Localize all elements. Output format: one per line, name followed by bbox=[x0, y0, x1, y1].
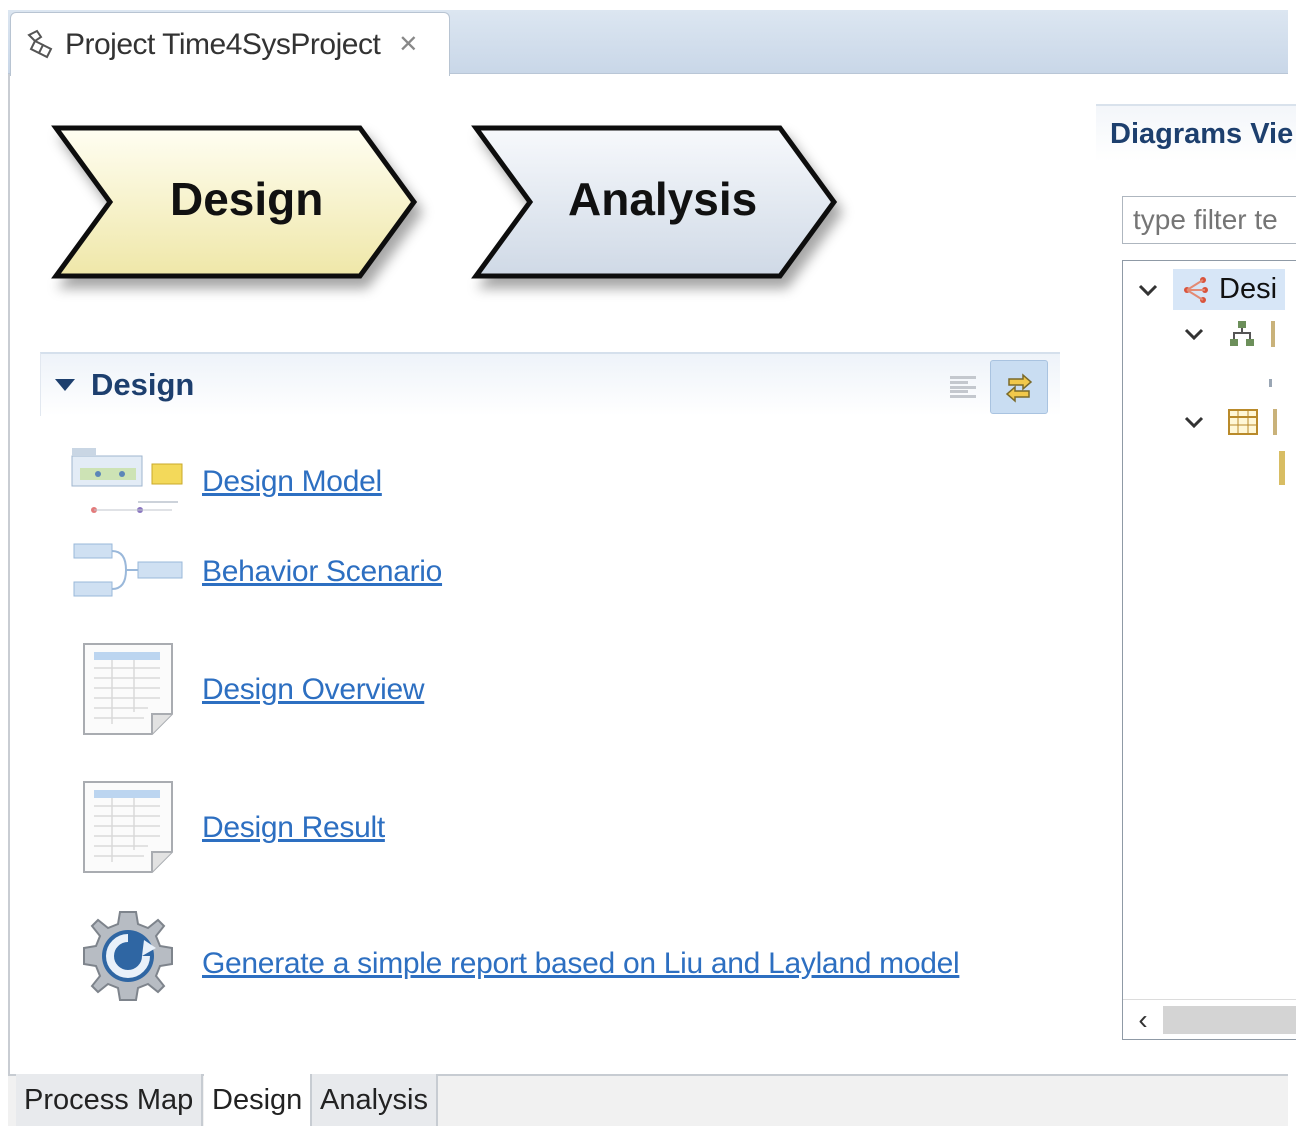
tab-process-map[interactable]: Process Map bbox=[16, 1074, 204, 1126]
tab-analysis-label: Analysis bbox=[320, 1083, 428, 1116]
tree-row bbox=[1269, 379, 1272, 387]
tab-design-label: Design bbox=[212, 1083, 303, 1116]
collapse-twisty-icon[interactable] bbox=[55, 379, 75, 391]
chevron-down-icon[interactable] bbox=[1183, 411, 1205, 433]
table-icon bbox=[1228, 409, 1258, 435]
editor-tab[interactable]: Project Time4SysProject ✕ bbox=[10, 12, 450, 76]
truncated-label-marker bbox=[1269, 379, 1272, 387]
list-item: Behavior Scenario bbox=[68, 540, 442, 604]
tree-row[interactable] bbox=[1183, 407, 1277, 437]
filter-field[interactable] bbox=[1122, 196, 1296, 244]
diagrams-view-title: Diagrams Vie bbox=[1110, 117, 1294, 150]
list-item: Design Overview bbox=[68, 640, 425, 740]
horizontal-scrollbar[interactable]: ‹ bbox=[1123, 999, 1296, 1039]
editor-tab-title: Project Time4SysProject bbox=[65, 27, 381, 61]
list-item: Generate a simple report based on Liu an… bbox=[68, 904, 960, 1024]
tree-row bbox=[1279, 451, 1285, 485]
process-step-analysis-label: Analysis bbox=[568, 173, 758, 225]
chevron-down-icon[interactable] bbox=[1183, 323, 1205, 345]
process-step-design[interactable]: Design bbox=[50, 124, 430, 299]
tab-design[interactable]: Design bbox=[204, 1074, 313, 1126]
chevron-down-icon[interactable] bbox=[1137, 279, 1159, 301]
tree-row[interactable] bbox=[1183, 319, 1275, 349]
project-icon bbox=[23, 27, 59, 63]
truncated-label-marker bbox=[1271, 321, 1275, 347]
behavior-scenario-link[interactable]: Behavior Scenario bbox=[202, 555, 442, 589]
filter-input[interactable] bbox=[1133, 204, 1296, 236]
design-section-header[interactable]: Design bbox=[40, 352, 1060, 416]
behavior-scenario-icon bbox=[68, 540, 188, 604]
gear-refresh-icon bbox=[68, 904, 188, 1024]
diagrams-view-panel: Diagrams Vie Desi bbox=[1096, 104, 1296, 1064]
close-icon[interactable]: ✕ bbox=[398, 30, 418, 59]
hierarchy-icon bbox=[1230, 321, 1254, 346]
collapse-lines-icon[interactable] bbox=[950, 373, 976, 401]
scroll-left-icon[interactable]: ‹ bbox=[1123, 1004, 1163, 1036]
scrollbar-thumb[interactable] bbox=[1163, 1005, 1296, 1034]
table-sheet-icon bbox=[68, 778, 188, 878]
design-diagram-icon bbox=[1184, 277, 1208, 304]
tree-row-root[interactable]: Desi bbox=[1137, 269, 1286, 310]
design-model-link[interactable]: Design Model bbox=[202, 465, 382, 499]
tab-analysis[interactable]: Analysis bbox=[312, 1074, 438, 1126]
process-step-analysis[interactable]: Analysis bbox=[470, 124, 850, 299]
diagrams-view-header[interactable]: Diagrams Vie bbox=[1096, 104, 1296, 162]
truncated-icon-marker bbox=[1279, 451, 1285, 485]
tab-process-map-label: Process Map bbox=[24, 1083, 194, 1116]
tree-root-node[interactable]: Desi bbox=[1173, 269, 1286, 310]
design-result-link[interactable]: Design Result bbox=[202, 811, 385, 845]
generate-report-link[interactable]: Generate a simple report based on Liu an… bbox=[202, 947, 960, 981]
diagram-tree: Desi ‹ bbox=[1122, 260, 1296, 1040]
list-item: Design Model bbox=[68, 444, 382, 520]
process-step-design-label: Design bbox=[170, 173, 324, 225]
design-model-icon bbox=[68, 444, 188, 520]
list-item: Design Result bbox=[68, 778, 385, 878]
design-section-title: Design bbox=[91, 367, 195, 402]
tree-root-label: Desi bbox=[1219, 273, 1278, 305]
table-sheet-icon bbox=[68, 640, 188, 740]
truncated-label-marker bbox=[1273, 409, 1277, 435]
link-with-editor-icon[interactable] bbox=[990, 360, 1048, 414]
design-overview-link[interactable]: Design Overview bbox=[202, 673, 425, 707]
